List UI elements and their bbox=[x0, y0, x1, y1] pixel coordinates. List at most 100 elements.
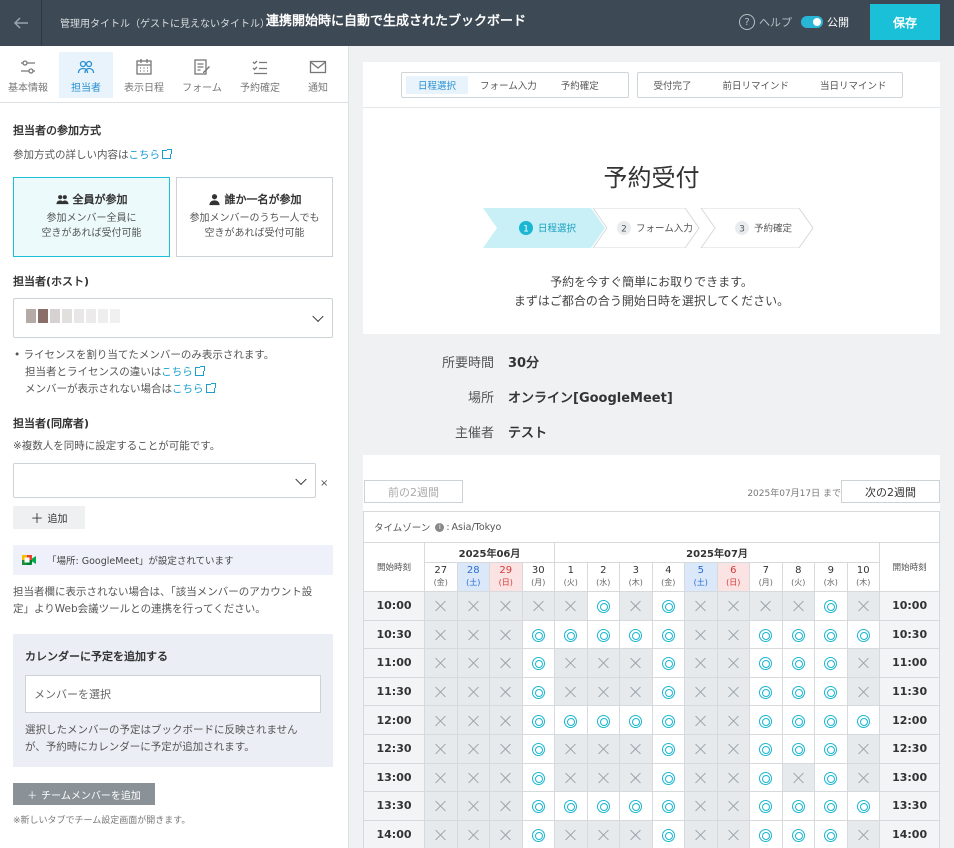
unavailable-cross-icon bbox=[598, 686, 609, 697]
slot-available[interactable] bbox=[781, 819, 815, 848]
public-toggle-wrap[interactable]: 公開 bbox=[801, 14, 849, 30]
slot-available[interactable] bbox=[619, 791, 653, 821]
back-button[interactable] bbox=[0, 0, 42, 46]
slot-available[interactable] bbox=[521, 791, 555, 821]
intro-line-2: まずはご都合の合う開始日時を選択してください。 bbox=[513, 294, 790, 308]
slot-available[interactable] bbox=[586, 791, 620, 821]
slot-available[interactable] bbox=[814, 819, 848, 848]
slot-available[interactable] bbox=[814, 676, 848, 707]
member-select-input[interactable]: メンバーを選択 bbox=[25, 675, 321, 713]
slot-available[interactable] bbox=[749, 791, 783, 821]
tab-booking-confirm[interactable]: 予約確定 bbox=[549, 76, 611, 94]
slot-available[interactable] bbox=[814, 791, 848, 821]
slot-available[interactable] bbox=[554, 791, 588, 821]
nav-form[interactable]: フォーム bbox=[175, 52, 229, 98]
slot-available[interactable] bbox=[781, 676, 815, 707]
available-circle-icon bbox=[564, 800, 578, 814]
slot-available[interactable] bbox=[619, 619, 653, 650]
day-header: 3 (木) bbox=[619, 562, 653, 592]
cohost-select[interactable] bbox=[13, 463, 316, 498]
info-value: オンライン[GoogleMeet] bbox=[508, 391, 673, 406]
slot-available[interactable] bbox=[521, 619, 555, 650]
slot-available[interactable] bbox=[814, 591, 848, 621]
slot-available[interactable] bbox=[521, 733, 555, 764]
slot-available[interactable] bbox=[846, 791, 881, 821]
slot-available[interactable] bbox=[586, 591, 620, 621]
unavailable-cross-icon bbox=[565, 829, 576, 840]
slot-available[interactable] bbox=[814, 705, 848, 735]
cohost-remove-button[interactable]: × bbox=[320, 478, 328, 489]
public-toggle[interactable] bbox=[801, 16, 823, 28]
slot-available[interactable] bbox=[554, 619, 588, 650]
board-title[interactable]: 連携開始時に自動で生成されたブックボード bbox=[266, 10, 526, 29]
slot-available[interactable] bbox=[521, 676, 555, 707]
nav-notify[interactable]: 通知 bbox=[291, 52, 345, 98]
slot-available[interactable] bbox=[846, 705, 881, 735]
slot-available[interactable] bbox=[521, 648, 555, 678]
tab-schedule-select[interactable]: 日程選択 bbox=[406, 76, 469, 94]
available-circle-icon bbox=[759, 686, 773, 700]
option-all-join[interactable]: 全員が参加 参加メンバー全員に 空きがあれば受付可能 bbox=[13, 177, 170, 257]
nav-host[interactable]: 担当者 bbox=[59, 52, 113, 98]
slot-available[interactable] bbox=[814, 733, 848, 764]
slot-available[interactable] bbox=[781, 791, 815, 821]
tab-form-input[interactable]: フォーム入力 bbox=[468, 76, 549, 94]
help-link[interactable]: ? ヘルプ bbox=[739, 14, 792, 30]
slot-available[interactable] bbox=[749, 762, 783, 793]
slot-available[interactable] bbox=[781, 733, 815, 764]
slot-available[interactable] bbox=[814, 762, 848, 793]
slot-available[interactable] bbox=[521, 705, 555, 735]
slot-available[interactable] bbox=[749, 733, 783, 764]
prev-weeks-button[interactable]: 前の2週間 bbox=[364, 480, 463, 503]
nav-display-schedule[interactable]: 表示日程 bbox=[117, 52, 171, 98]
method-detail-link[interactable]: こちら bbox=[129, 149, 161, 161]
slot-time: 11:00 bbox=[879, 648, 941, 678]
unavailable-cross-icon bbox=[695, 657, 706, 668]
tab-day-before-reminder[interactable]: 前日リマインド bbox=[710, 76, 801, 94]
slot-available[interactable] bbox=[554, 705, 588, 735]
slot-available[interactable] bbox=[651, 705, 685, 735]
host-select[interactable] bbox=[13, 298, 333, 338]
next-weeks-button[interactable]: 次の2週間 bbox=[841, 480, 940, 503]
host-note-3-text: メンバーが表示されない場合は bbox=[25, 383, 172, 395]
slot-available[interactable] bbox=[749, 676, 783, 707]
slot-available[interactable] bbox=[814, 648, 848, 678]
available-circle-icon bbox=[856, 800, 870, 814]
slot-available[interactable] bbox=[749, 819, 783, 848]
slot-available[interactable] bbox=[651, 733, 685, 764]
slot-available[interactable] bbox=[586, 705, 620, 735]
slot-available[interactable] bbox=[651, 791, 685, 821]
slot-available[interactable] bbox=[586, 619, 620, 650]
slot-available[interactable] bbox=[651, 762, 685, 793]
info-icon[interactable]: i bbox=[435, 522, 445, 532]
slot-available[interactable] bbox=[814, 619, 848, 650]
slot-available[interactable] bbox=[749, 648, 783, 678]
nav-basic-info[interactable]: 基本情報 bbox=[1, 52, 55, 98]
slot-available[interactable] bbox=[521, 762, 555, 793]
slot-available[interactable] bbox=[651, 591, 685, 621]
slot-available[interactable] bbox=[651, 676, 685, 707]
day-number: 27 bbox=[434, 565, 448, 576]
arrow-left-icon bbox=[13, 17, 28, 29]
add-team-member-button[interactable]: ＋チームメンバーを追加 bbox=[13, 783, 155, 805]
slot-available[interactable] bbox=[749, 619, 783, 650]
option-one-join[interactable]: 誰か一名が参加 参加メンバーのうち一人でも 空きがあれば受付可能 bbox=[176, 177, 333, 257]
tab-same-day-reminder[interactable]: 当日リマインド bbox=[808, 76, 899, 94]
slot-available[interactable] bbox=[651, 819, 685, 848]
slot-available[interactable] bbox=[651, 619, 685, 650]
slot-unavailable bbox=[489, 676, 523, 707]
slot-available[interactable] bbox=[749, 705, 783, 735]
slot-available[interactable] bbox=[619, 705, 653, 735]
member-missing-link[interactable]: こちら bbox=[172, 383, 204, 395]
tab-booking-complete[interactable]: 受付完了 bbox=[641, 76, 703, 94]
license-link[interactable]: こちら bbox=[161, 366, 193, 378]
add-cohost-button[interactable]: ＋追加 bbox=[13, 506, 85, 529]
slot-available[interactable] bbox=[846, 619, 881, 650]
slot-available[interactable] bbox=[781, 619, 815, 650]
nav-confirm[interactable]: 予約確定 bbox=[233, 52, 287, 98]
slot-available[interactable] bbox=[781, 648, 815, 678]
slot-available[interactable] bbox=[521, 819, 555, 848]
slot-available[interactable] bbox=[781, 705, 815, 735]
save-button[interactable]: 保存 bbox=[870, 4, 940, 40]
slot-available[interactable] bbox=[651, 648, 685, 678]
